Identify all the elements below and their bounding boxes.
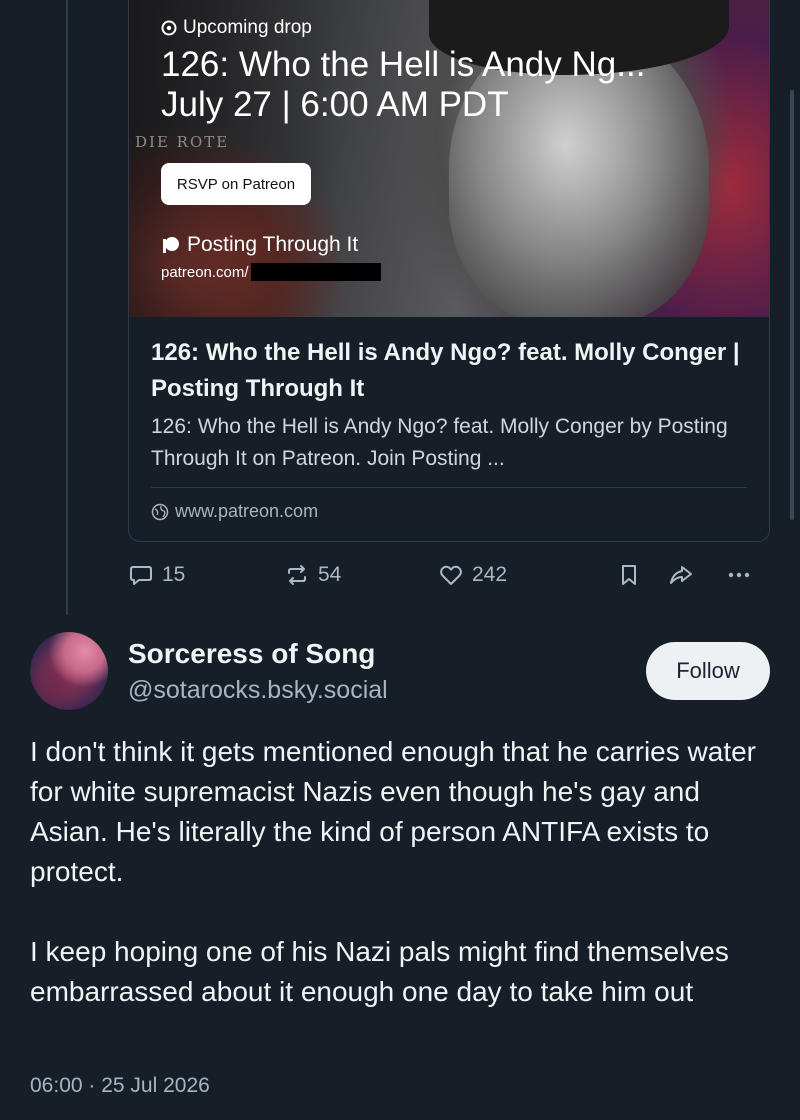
post-timestamp[interactable]: 06:00 · 25 Jul 2026	[30, 1074, 210, 1098]
reply-count: 15	[162, 563, 186, 586]
follow-button[interactable]: Follow	[646, 642, 770, 700]
embed-preview-image[interactable]: Upcoming drop 126: Who the Hell is Andy …	[129, 0, 769, 317]
share-icon	[670, 566, 692, 584]
user-handle[interactable]: @sotarocks.bsky.social	[128, 676, 388, 705]
more-options-button[interactable]	[726, 562, 752, 588]
drop-icon	[161, 20, 177, 36]
repost-button[interactable]: 54	[284, 562, 341, 588]
repost-count: 54	[318, 563, 342, 586]
redaction-bar	[250, 263, 381, 281]
post-paragraph: I don't think it gets mentioned enough t…	[30, 736, 757, 887]
creator-name: Posting Through It	[161, 233, 358, 257]
avatar[interactable]	[30, 632, 108, 710]
thread-line	[66, 0, 68, 615]
more-icon	[728, 572, 750, 578]
post-paragraph: I keep hoping one of his Nazi pals might…	[30, 936, 729, 1007]
repost-icon	[288, 565, 306, 585]
bookmark-button[interactable]	[616, 562, 642, 588]
reply-button[interactable]: 15	[128, 562, 185, 588]
rsvp-button[interactable]: RSVP on Patreon	[161, 163, 311, 205]
drop-title: 126: Who the Hell is Andy Ng...	[161, 45, 646, 84]
card-divider	[151, 487, 747, 488]
post-text: I don't think it gets mentioned enough t…	[30, 732, 775, 1012]
link-embed-card[interactable]: Upcoming drop 126: Who the Hell is Andy …	[128, 0, 770, 542]
drop-date: July 27 | 6:00 AM PDT	[161, 85, 509, 124]
heart-icon	[440, 565, 462, 585]
link-description: 126: Who the Hell is Andy Ngo? feat. Mol…	[151, 415, 728, 470]
share-button[interactable]	[668, 562, 694, 588]
reply-author: Sorceress of Song @sotarocks.bsky.social…	[30, 630, 770, 710]
display-name[interactable]: Sorceress of Song	[128, 638, 375, 670]
background-sign-text: DIE ROTE	[135, 133, 230, 151]
reply-icon	[130, 566, 152, 585]
link-domain[interactable]: www.patreon.com	[151, 501, 318, 522]
link-title[interactable]: 126: Who the Hell is Andy Ngo? feat. Mol…	[151, 335, 751, 407]
post-actions: 15 54 242	[128, 562, 768, 598]
creator-url[interactable]: patreon.com/	[161, 263, 381, 281]
patreon-icon	[163, 237, 179, 253]
globe-icon	[151, 503, 169, 520]
upcoming-drop-label: Upcoming drop	[161, 17, 312, 39]
scrollbar[interactable]	[790, 90, 794, 520]
bookmark-icon	[622, 565, 636, 585]
like-count: 242	[472, 563, 508, 586]
like-button[interactable]: 242	[438, 562, 507, 588]
